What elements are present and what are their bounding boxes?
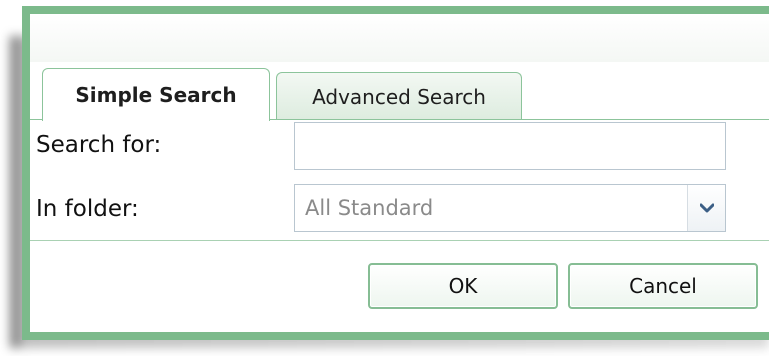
simple-search-form: Search for: In folder: All Standard — [30, 120, 769, 250]
tab-simple-search-label: Simple Search — [75, 83, 237, 107]
search-input[interactable] — [294, 122, 726, 170]
tab-advanced-search[interactable]: Advanced Search — [276, 72, 522, 120]
search-dialog: Simple Search Advanced Search Search for… — [22, 6, 769, 340]
screenshot-stage: Simple Search Advanced Search Search for… — [0, 0, 769, 356]
search-for-label: Search for: — [36, 132, 162, 158]
in-folder-label: In folder: — [36, 196, 139, 222]
tab-advanced-search-label: Advanced Search — [312, 84, 486, 109]
chevron-down-icon[interactable] — [687, 185, 725, 231]
dialog-titlebar[interactable] — [30, 14, 769, 62]
cancel-button-label: Cancel — [629, 274, 697, 298]
tab-strip: Simple Search Advanced Search — [30, 62, 769, 121]
tab-simple-search[interactable]: Simple Search — [42, 68, 270, 121]
dialog-footer: OK Cancel — [30, 241, 769, 332]
folder-select[interactable]: All Standard — [294, 184, 726, 232]
folder-select-value: All Standard — [305, 196, 434, 220]
cancel-button[interactable]: Cancel — [568, 263, 758, 309]
ok-button[interactable]: OK — [368, 263, 558, 309]
ok-button-label: OK — [448, 274, 478, 298]
